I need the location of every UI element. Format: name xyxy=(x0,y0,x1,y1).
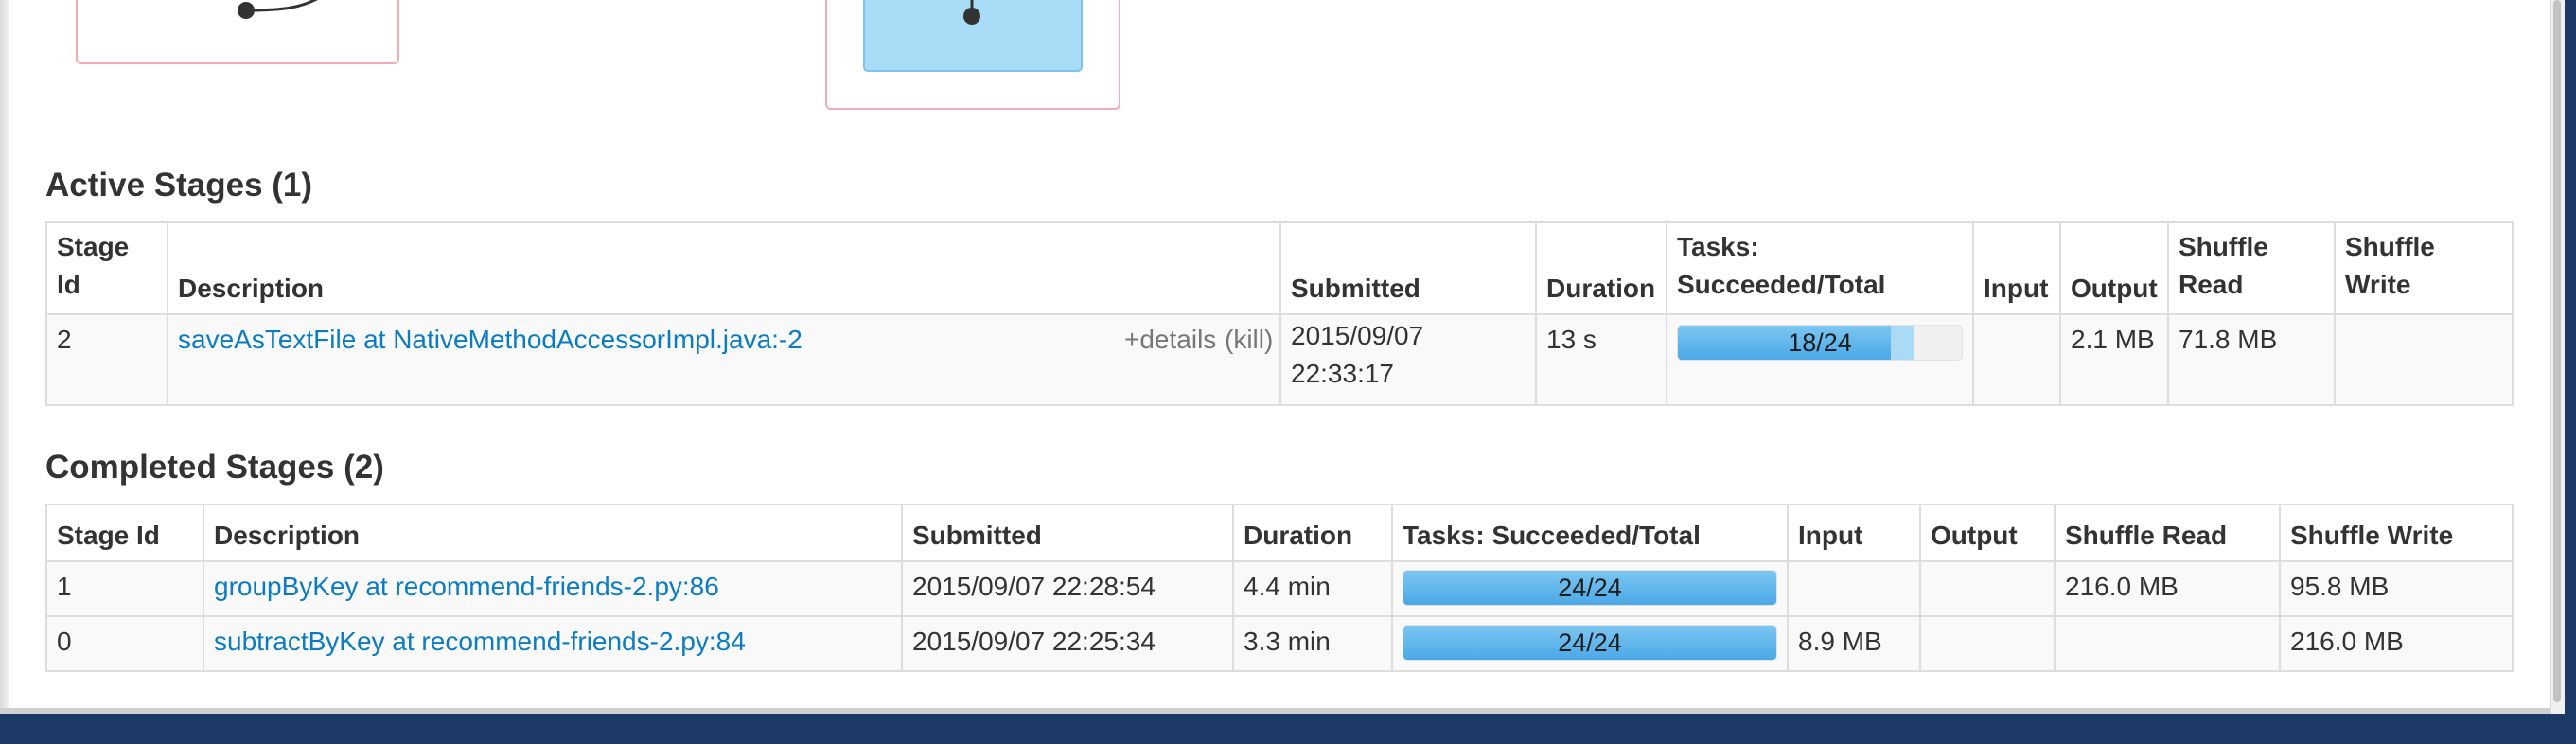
column-header-stage-id[interactable]: Stage Id xyxy=(45,504,204,562)
column-header-stage-id[interactable]: Stage Id xyxy=(45,221,168,315)
active-stages-heading: Active Stages (1) xyxy=(45,167,313,204)
column-header-duration[interactable]: Duration xyxy=(1535,221,1667,315)
duration-cell: 4.4 min xyxy=(1232,560,1393,617)
description-cell: saveAsTextFile at NativeMethodAccessorIm… xyxy=(167,313,1281,406)
completed-stages-heading: Completed Stages (2) xyxy=(45,449,384,486)
submitted-cell: 2015/09/07 22:28:54 xyxy=(901,560,1234,617)
column-header-shuffle-read[interactable]: Shuffle Read xyxy=(2167,221,2336,315)
description-cell: subtractByKey at recommend-friends-2.py:… xyxy=(203,615,903,672)
column-header-submitted[interactable]: Submitted xyxy=(1279,221,1537,315)
dag-edge xyxy=(963,0,980,25)
completed-stages-table: Stage Id Description Submitted Duration … xyxy=(45,504,2514,672)
output-cell xyxy=(1919,560,2056,617)
column-header-duration[interactable]: Duration xyxy=(1232,504,1393,562)
stage-description-link[interactable]: subtractByKey at recommend-friends-2.py:… xyxy=(214,627,746,656)
tasks-progress-bar: 24/24 xyxy=(1403,570,1777,606)
shuffle-write-cell xyxy=(2334,313,2514,406)
column-header-input[interactable]: Input xyxy=(1787,504,1921,562)
window-edge xyxy=(0,0,9,708)
column-header-tasks[interactable]: Tasks: Succeeded/Total xyxy=(1391,504,1789,562)
tasks-cell: 24/24 xyxy=(1391,615,1789,672)
shuffle-read-cell xyxy=(2054,615,2281,672)
table-row: 0 subtractByKey at recommend-friends-2.p… xyxy=(45,615,2514,672)
browser-window: Active Stages (1) Stage Id Description S… xyxy=(0,0,2550,708)
progress-label: 24/24 xyxy=(1558,574,1622,602)
tasks-progress-bar: 18/24 xyxy=(1677,325,1963,361)
input-cell xyxy=(1787,560,1921,617)
submitted-cell: 2015/09/07 22:25:34 xyxy=(901,615,1234,672)
details-toggle[interactable]: +details xyxy=(1124,325,1216,355)
active-stages-table: Stage Id Description Submitted Duration … xyxy=(45,221,2514,406)
table-row: 1 groupByKey at recommend-friends-2.py:8… xyxy=(45,560,2514,617)
tasks-progress-bar: 24/24 xyxy=(1403,625,1777,661)
stage-description-link[interactable]: saveAsTextFile at NativeMethodAccessorIm… xyxy=(178,325,803,354)
column-header-output[interactable]: Output xyxy=(1919,504,2056,562)
duration-cell: 13 s xyxy=(1535,313,1667,406)
stage-description-link[interactable]: groupByKey at recommend-friends-2.py:86 xyxy=(214,572,719,601)
output-cell: 2.1 MB xyxy=(2059,313,2169,406)
progress-label: 18/24 xyxy=(1788,328,1852,357)
shuffle-read-cell: 71.8 MB xyxy=(2167,313,2336,406)
column-header-shuffle-write[interactable]: Shuffle Write xyxy=(2279,504,2514,562)
duration-cell: 3.3 min xyxy=(1232,615,1393,672)
column-header-input[interactable]: Input xyxy=(1972,221,2061,315)
column-header-output[interactable]: Output xyxy=(2059,221,2169,315)
window-bottom-border xyxy=(0,708,2559,714)
stage-id-cell: 2 xyxy=(45,313,168,406)
table-row: 2 saveAsTextFile at NativeMethodAccessor… xyxy=(45,313,2514,406)
stage-id-cell: 0 xyxy=(45,615,204,672)
column-header-tasks[interactable]: Tasks: Succeeded/Total xyxy=(1666,221,1974,315)
column-header-description[interactable]: Description xyxy=(203,504,903,562)
input-cell: 8.9 MB xyxy=(1787,615,1921,672)
shuffle-write-cell: 216.0 MB xyxy=(2279,615,2514,672)
submitted-cell: 2015/09/07 22:33:17 xyxy=(1279,313,1537,406)
tasks-cell: 24/24 xyxy=(1391,560,1789,617)
shuffle-write-cell: 95.8 MB xyxy=(2279,560,2514,617)
column-header-shuffle-read[interactable]: Shuffle Read xyxy=(2054,504,2281,562)
column-header-shuffle-write[interactable]: Shuffle Write xyxy=(2334,221,2514,315)
input-cell xyxy=(1972,313,2061,406)
scrollbar-thumb[interactable] xyxy=(2553,0,2561,702)
progress-label: 24/24 xyxy=(1558,629,1622,657)
shuffle-read-cell: 216.0 MB xyxy=(2054,560,2281,617)
output-cell xyxy=(1919,615,2056,672)
kill-stage-link[interactable]: (kill) xyxy=(1225,325,1273,355)
description-cell: groupByKey at recommend-friends-2.py:86 xyxy=(203,560,903,617)
column-header-submitted[interactable]: Submitted xyxy=(901,504,1234,562)
stage-id-cell: 1 xyxy=(45,560,204,617)
column-header-description[interactable]: Description xyxy=(167,221,1281,315)
tasks-cell: 18/24 xyxy=(1666,313,1974,406)
